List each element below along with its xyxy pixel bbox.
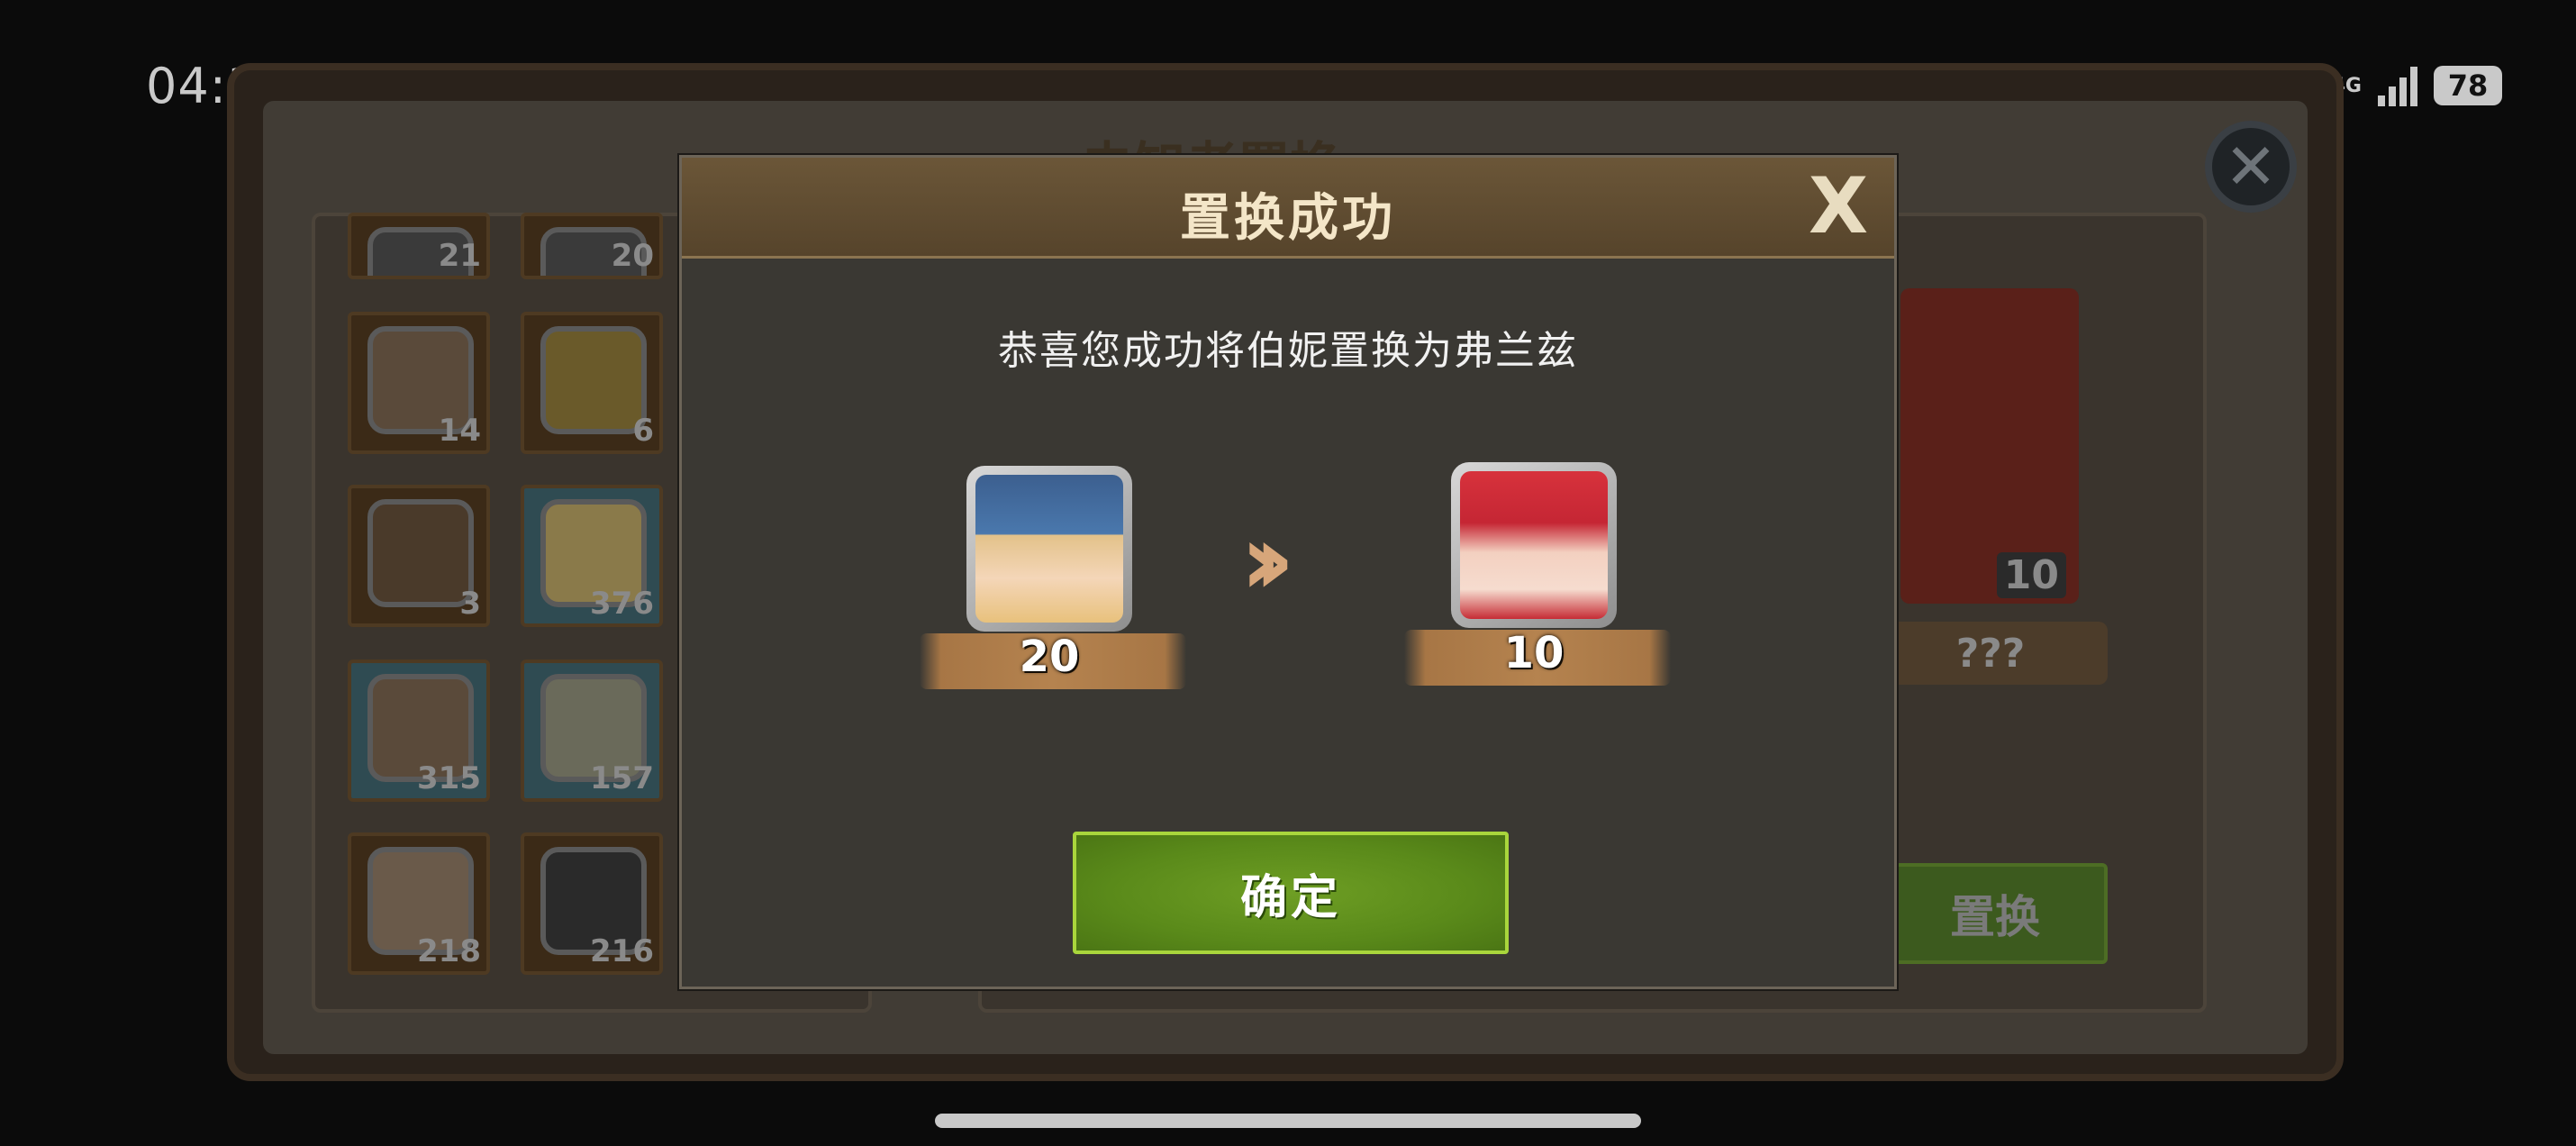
hero-card[interactable]: 20 — [521, 213, 663, 279]
hero-count: 315 — [417, 760, 481, 796]
target-hero-count: 10 — [1996, 552, 2066, 598]
signal-icon — [2378, 65, 2417, 106]
hero-card[interactable]: 6 — [521, 312, 663, 454]
hero-count: 376 — [590, 586, 654, 622]
target-hero-name: ??? — [1873, 622, 2108, 685]
hero-card[interactable]: 3 — [348, 485, 490, 627]
hero-count: 3 — [459, 586, 481, 622]
hero-count: 14 — [438, 413, 481, 449]
hero-count: 6 — [632, 413, 654, 449]
hero-card[interactable]: 157 — [521, 659, 663, 802]
confirm-button[interactable]: 确定 — [1073, 832, 1509, 954]
hero-card[interactable]: 21 — [348, 213, 490, 279]
target-hero-count: 10 — [1503, 628, 1565, 678]
source-hero-avatar — [975, 475, 1123, 623]
target-hero-avatar — [1460, 471, 1608, 619]
hero-count: 20 — [611, 238, 654, 274]
swap-success-dialog: 置换成功 X 恭喜您成功将伯妮置换为弗兰兹 20 ›› 10 确定 — [679, 155, 1897, 989]
hero-card[interactable]: 376 — [521, 485, 663, 627]
dialog-message: 恭喜您成功将伯妮置换为弗兰兹 — [998, 328, 1578, 374]
dialog-title: 置换成功 — [1180, 189, 1396, 248]
background-close-icon[interactable]: ✕ — [2205, 121, 2297, 213]
hero-count: 216 — [590, 933, 654, 969]
double-chevron-right-icon: ›› — [1240, 502, 1294, 617]
source-hero-count: 20 — [1019, 632, 1080, 682]
hero-card[interactable]: 218 — [348, 832, 490, 975]
close-icon[interactable]: X — [1802, 168, 1874, 245]
target-hero-portrait — [1451, 462, 1617, 628]
target-hero-card: 10 — [1900, 288, 2079, 604]
hero-card[interactable]: 14 — [348, 312, 490, 454]
hero-count: 157 — [590, 760, 654, 796]
swap-button[interactable]: 置换 — [1882, 863, 2108, 964]
hero-count: 21 — [438, 238, 481, 274]
hero-card[interactable]: 216 — [521, 832, 663, 975]
dialog-header: 置换成功 X — [682, 158, 1894, 259]
battery-icon: 78 — [2434, 66, 2502, 105]
hero-count: 218 — [417, 933, 481, 969]
hero-card[interactable]: 315 — [348, 659, 490, 802]
source-hero-portrait — [966, 466, 1132, 632]
home-indicator[interactable] — [935, 1114, 1641, 1128]
